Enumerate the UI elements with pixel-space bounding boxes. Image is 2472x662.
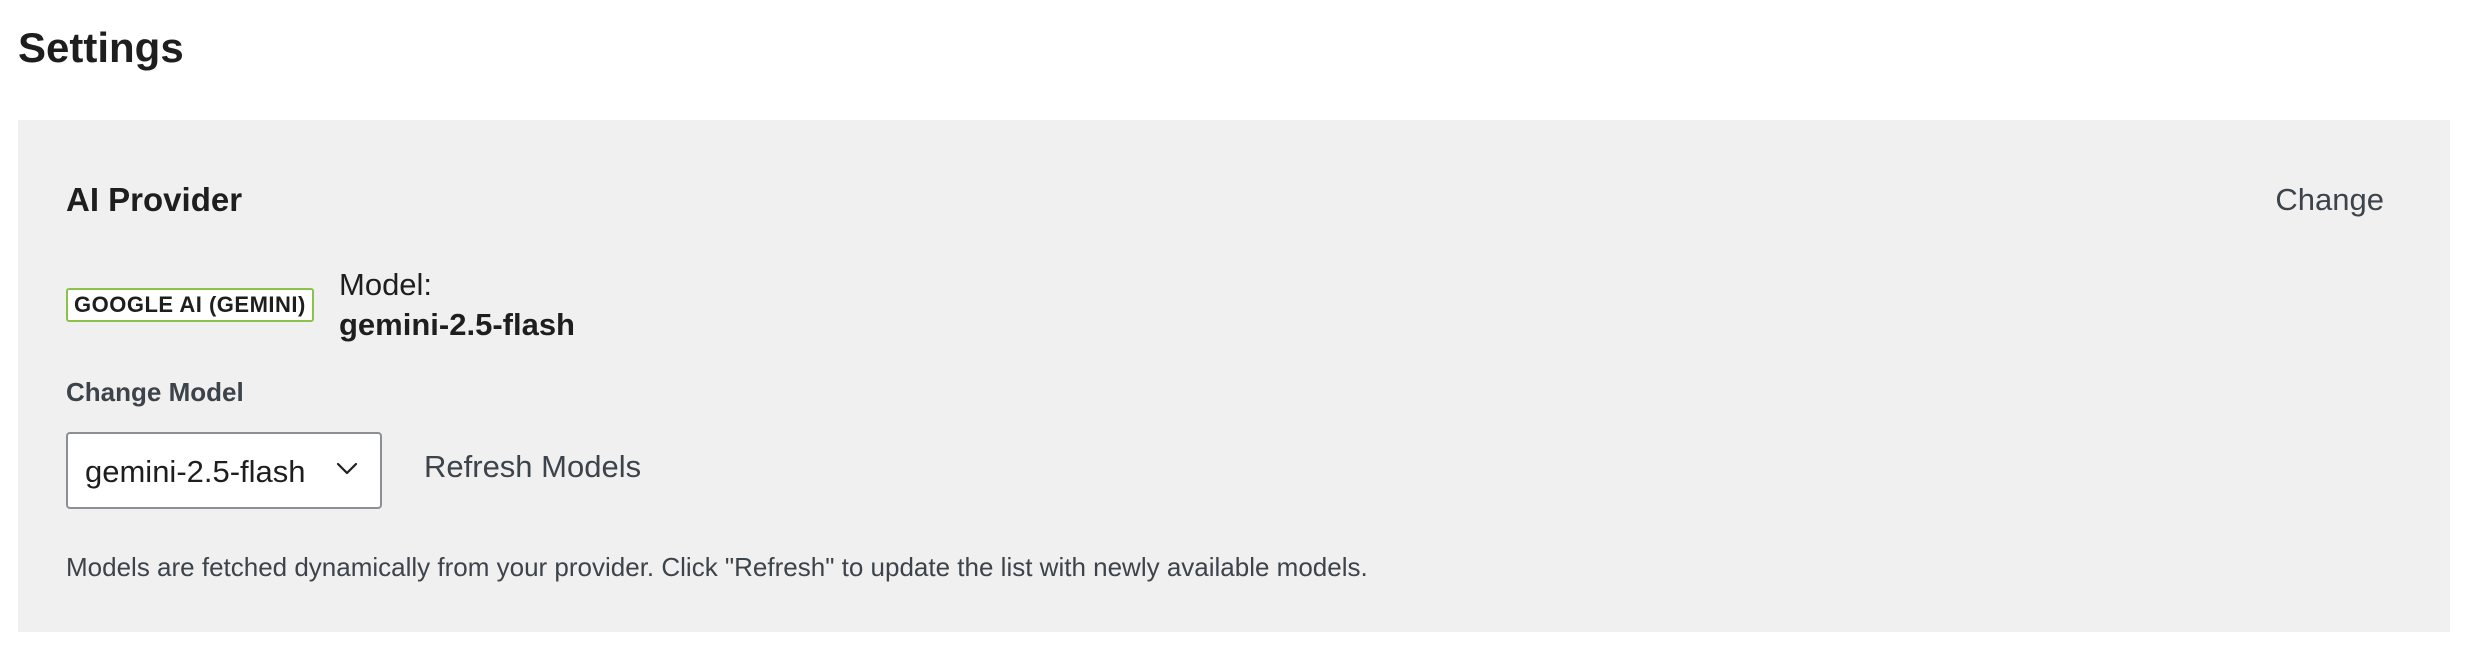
change-model-label: Change Model (66, 377, 244, 407)
help-text: Models are fetched dynamically from your… (66, 552, 1368, 582)
ai-provider-panel: AI Provider Change GOOGLE AI (GEMINI) Mo… (18, 120, 2450, 632)
model-value: gemini-2.5-flash (339, 307, 575, 342)
section-title: AI Provider (66, 181, 243, 218)
change-provider-button[interactable]: Change (2275, 178, 2384, 222)
page-title: Settings (18, 24, 184, 71)
refresh-models-button[interactable]: Refresh Models (424, 446, 641, 488)
provider-badge: GOOGLE AI (GEMINI) (66, 288, 314, 322)
model-select-value: gemini-2.5-flash (85, 454, 306, 489)
model-select[interactable]: gemini-2.5-flash (66, 432, 382, 509)
settings-page: Settings AI Provider Change GOOGLE AI (G… (0, 0, 2472, 662)
model-label: Model: (339, 267, 433, 302)
chevron-down-icon (336, 462, 358, 475)
